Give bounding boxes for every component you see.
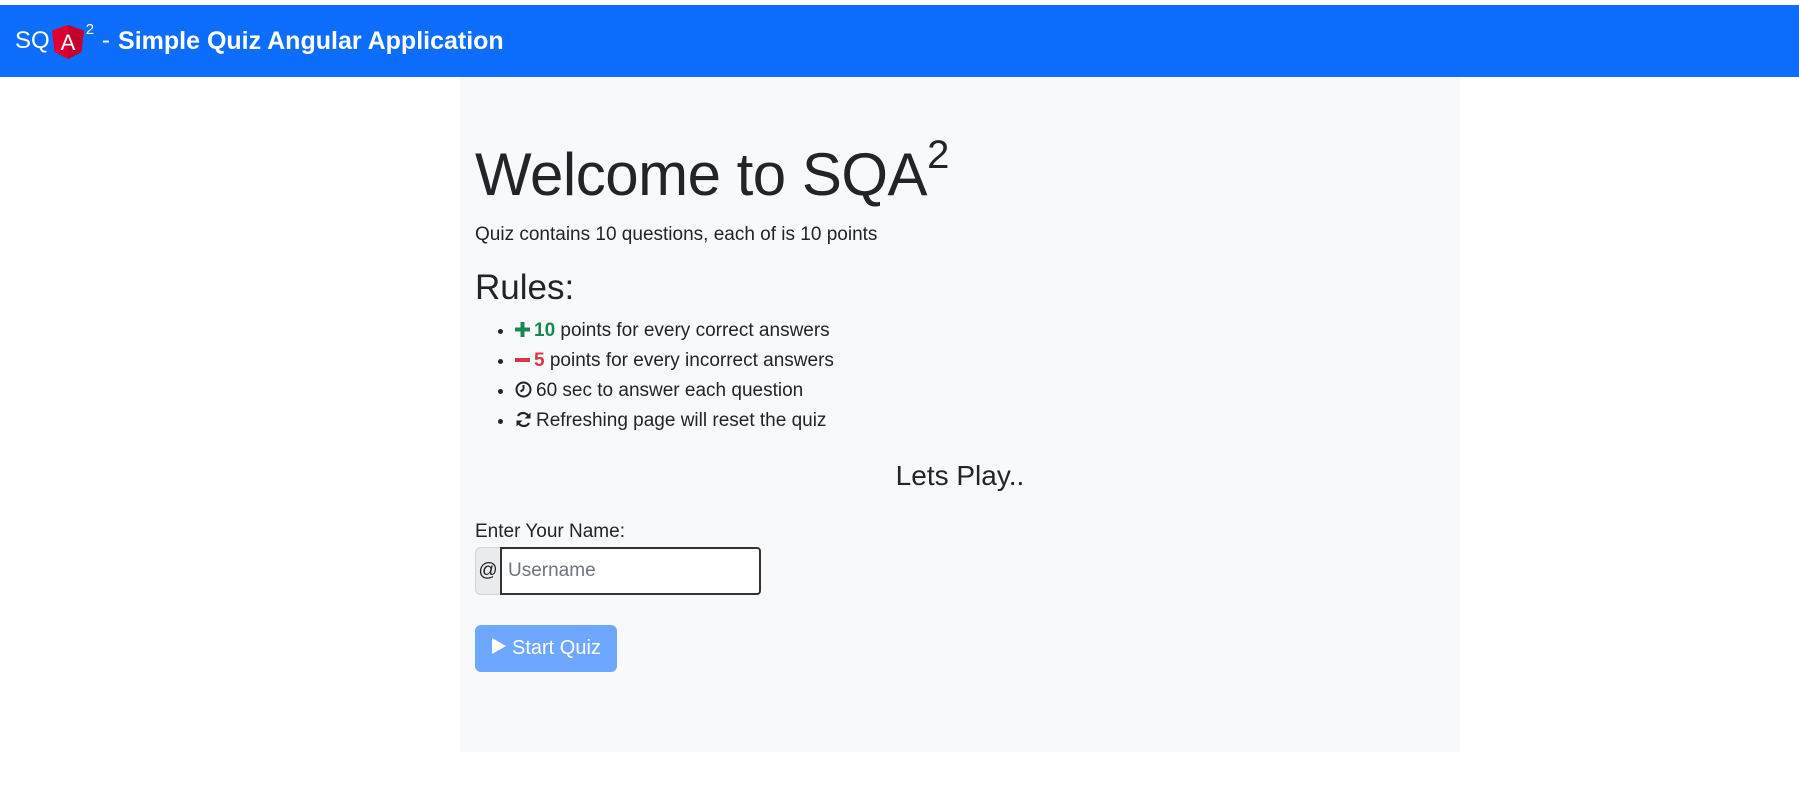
rule-text-correct: points for every correct answers: [555, 320, 830, 341]
page-title-superscript: 2: [927, 133, 949, 177]
rule-item-time: 60 sec to answer each question: [515, 376, 1445, 406]
rule-text-incorrect: points for every incorrect answers: [544, 350, 834, 371]
angular-logo-icon: A: [51, 24, 85, 60]
rule-item-incorrect: 5 points for every incorrect answers: [515, 346, 1445, 376]
username-input[interactable]: [500, 547, 761, 595]
angular-logo-letter: A: [60, 30, 75, 55]
at-sign-addon: @: [475, 547, 500, 595]
rule-item-correct: 10 points for every correct answers: [515, 316, 1445, 346]
lets-play-heading: Lets Play..: [895, 460, 1025, 491]
rule-item-refresh: Refreshing page will reset the quiz: [515, 406, 1445, 436]
quiz-intro: Quiz contains 10 questions, each of is 1…: [475, 224, 878, 245]
welcome-panel: Welcome to SQA2 Quiz contains 10 questio…: [460, 77, 1460, 752]
rule-text-time: 60 sec to answer each question: [536, 380, 804, 401]
brand-separator: -: [102, 27, 111, 54]
plus-icon: [515, 318, 530, 348]
clock-icon: [515, 378, 532, 408]
page-title: Welcome to SQA2: [475, 133, 1445, 208]
play-icon: [491, 637, 507, 661]
rules-heading: Rules:: [475, 268, 575, 307]
rule-points-incorrect: 5: [534, 350, 545, 371]
start-quiz-label: Start Quiz: [512, 637, 601, 659]
page-title-text: Welcome to SQA: [475, 141, 928, 208]
navbar: SQ A 2 - Simple Quiz Angular Application: [0, 5, 1799, 77]
rule-text-refresh: Refreshing page will reset the quiz: [536, 410, 827, 431]
rules-list: 10 points for every correct answers 5 po…: [475, 316, 1445, 436]
start-quiz-button[interactable]: Start Quiz: [475, 625, 617, 672]
refresh-icon: [515, 408, 532, 438]
rule-points-correct: 10: [534, 320, 556, 341]
brand-title[interactable]: Simple Quiz Angular Application: [118, 27, 504, 56]
minus-icon: [515, 348, 530, 378]
brand-prefix: SQ: [15, 27, 50, 54]
brand-superscript: 2: [85, 20, 95, 38]
name-label: Enter Your Name:: [475, 521, 625, 542]
username-input-group: @: [475, 547, 761, 595]
